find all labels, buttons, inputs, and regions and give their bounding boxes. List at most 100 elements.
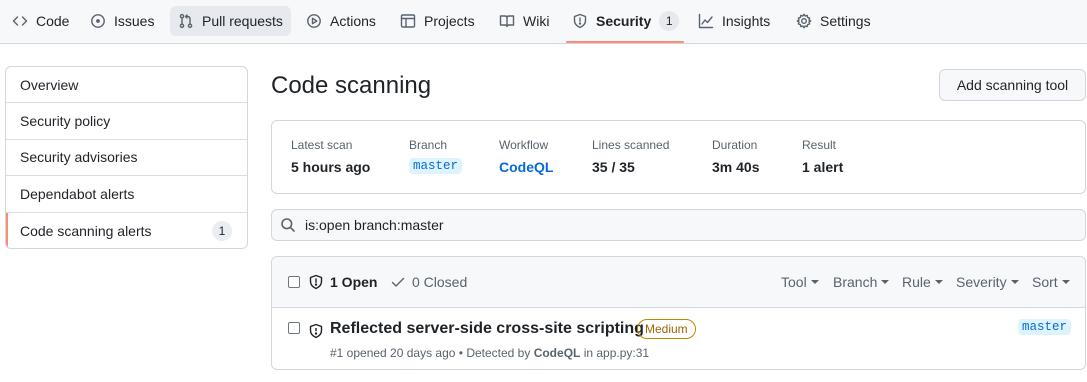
branch-tag[interactable]: master (409, 158, 463, 174)
alert-title-link[interactable]: Reflected server-side cross-site scripti… (330, 320, 644, 338)
stat-result: Result 1 alert (802, 138, 843, 175)
sidebar-item-label: Dependabot alerts (20, 185, 135, 202)
tool-filter-dropdown[interactable]: Tool (781, 274, 819, 290)
tab-issues-label: Issues (114, 13, 155, 29)
sort-dropdown[interactable]: Sort (1032, 274, 1070, 290)
stat-label: Latest scan (291, 138, 353, 152)
stat-latest-scan: Latest scan 5 hours ago (291, 138, 370, 175)
stat-label: Lines scanned (592, 138, 670, 152)
filter-label: Branch (833, 274, 878, 290)
play-icon (307, 14, 321, 28)
tab-code[interactable]: Code (4, 6, 77, 36)
code-scanning-counter: 1 (212, 220, 232, 241)
check-icon (391, 277, 405, 287)
select-all-checkbox[interactable] (288, 276, 300, 288)
gear-icon (796, 13, 812, 29)
stat-label: Workflow (499, 138, 549, 152)
pull-request-icon (179, 13, 193, 29)
table-icon (400, 14, 416, 28)
open-filter[interactable]: 1 Open (308, 274, 377, 290)
chevron-down-icon (810, 280, 819, 284)
tab-insights-label: Insights (722, 13, 771, 29)
scan-summary: Latest scan 5 hours ago Branch master Wo… (271, 120, 1086, 194)
alert-location: in app.py:31 (580, 346, 650, 360)
alert-row: Reflected server-side cross-site scripti… (272, 308, 1085, 369)
chevron-down-icon (1061, 280, 1070, 284)
stat-lines-scanned: Lines scanned 35 / 35 (592, 138, 669, 175)
chevron-down-icon (881, 280, 890, 284)
filter-label: Sort (1032, 274, 1058, 290)
tab-pull-requests-label: Pull requests (202, 13, 283, 29)
tab-wiki[interactable]: Wiki (491, 6, 557, 36)
add-scanning-tool-button[interactable]: Add scanning tool (939, 69, 1086, 101)
stat-value: 35 / 35 (592, 159, 635, 175)
book-icon (499, 15, 515, 28)
tab-security[interactable]: Security 1 (564, 6, 687, 36)
filter-label: Tool (781, 274, 807, 290)
shield-icon (309, 323, 323, 339)
closed-filter[interactable]: 0 Closed (390, 274, 467, 290)
selected-tab-underline (566, 41, 684, 43)
tab-projects-label: Projects (424, 13, 475, 29)
stat-label: Result (802, 138, 837, 152)
sidebar-item-code-scanning-alerts[interactable]: Code scanning alerts 1 (6, 212, 247, 248)
shield-icon (309, 274, 323, 290)
sidebar-item-dependabot-alerts[interactable]: Dependabot alerts (6, 176, 247, 213)
repo-nav: Code Issues Pull requests Actions Projec… (0, 0, 1087, 44)
sidebar-item-label: Security advisories (20, 149, 138, 166)
alert-branch-tag[interactable]: master (1017, 319, 1071, 335)
filter-label: Rule (902, 274, 931, 290)
workflow-link[interactable]: CodeQL (499, 159, 553, 175)
stat-workflow: Workflow CodeQL (499, 138, 553, 175)
stat-value: 1 alert (802, 159, 844, 175)
filter-label: Severity (956, 274, 1007, 290)
tab-issues[interactable]: Issues (82, 6, 162, 36)
tab-projects[interactable]: Projects (392, 6, 483, 36)
open-count: 1 Open (330, 274, 378, 290)
code-icon (12, 16, 28, 26)
branch-filter-dropdown[interactable]: Branch (833, 274, 890, 290)
stat-duration: Duration 3m 40s (712, 138, 759, 175)
tab-settings-label: Settings (820, 13, 871, 29)
severity-filter-dropdown[interactable]: Severity (956, 274, 1019, 290)
tab-actions-label: Actions (330, 13, 376, 29)
stat-value: 5 hours ago (291, 159, 371, 175)
security-sidebar: Overview Security policy Security adviso… (5, 66, 248, 249)
chevron-down-icon (1010, 280, 1019, 284)
sidebar-item-security-advisories[interactable]: Security advisories (6, 140, 247, 177)
sidebar-item-security-policy[interactable]: Security policy (6, 103, 247, 140)
tab-settings[interactable]: Settings (788, 6, 879, 36)
page-title: Code scanning (271, 72, 432, 99)
sidebar-item-overview[interactable]: Overview (6, 67, 247, 104)
alerts-list: 1 Open 0 Closed Tool Branch Rule Severit… (271, 256, 1086, 370)
tab-pull-requests[interactable]: Pull requests (170, 6, 291, 36)
stat-value: 3m 40s (712, 159, 760, 175)
issue-icon (91, 14, 105, 28)
rule-filter-dropdown[interactable]: Rule (902, 274, 943, 290)
shield-icon (573, 13, 587, 29)
alerts-list-header: 1 Open 0 Closed Tool Branch Rule Severit… (272, 257, 1085, 308)
search-query: is:open branch:master (305, 217, 444, 233)
tab-wiki-label: Wiki (523, 13, 550, 29)
alert-search-input[interactable]: is:open branch:master (271, 209, 1086, 241)
alert-meta: #1 opened 20 days ago • Detected by Code… (330, 346, 649, 360)
alert-meta-prefix: #1 opened 20 days ago • Detected by (330, 346, 534, 360)
closed-count: 0 Closed (412, 274, 468, 290)
tab-insights[interactable]: Insights (690, 6, 778, 36)
graph-icon (698, 13, 714, 29)
tab-code-label: Code (36, 13, 70, 29)
stat-label: Duration (712, 138, 758, 152)
tab-security-label: Security (596, 13, 652, 29)
search-icon (281, 218, 295, 232)
stat-label: Branch (409, 138, 448, 152)
chevron-down-icon (934, 280, 943, 284)
security-counter: 1 (659, 11, 680, 31)
severity-badge: Medium (637, 319, 696, 339)
sidebar-item-label: Overview (20, 76, 79, 93)
sidebar-item-label: Code scanning alerts (20, 222, 152, 239)
alert-tool: CodeQL (533, 346, 581, 360)
tab-actions[interactable]: Actions (298, 6, 384, 36)
sidebar-item-label: Security policy (20, 113, 111, 130)
alert-checkbox[interactable] (288, 322, 300, 334)
stat-branch: Branch master (409, 138, 463, 174)
